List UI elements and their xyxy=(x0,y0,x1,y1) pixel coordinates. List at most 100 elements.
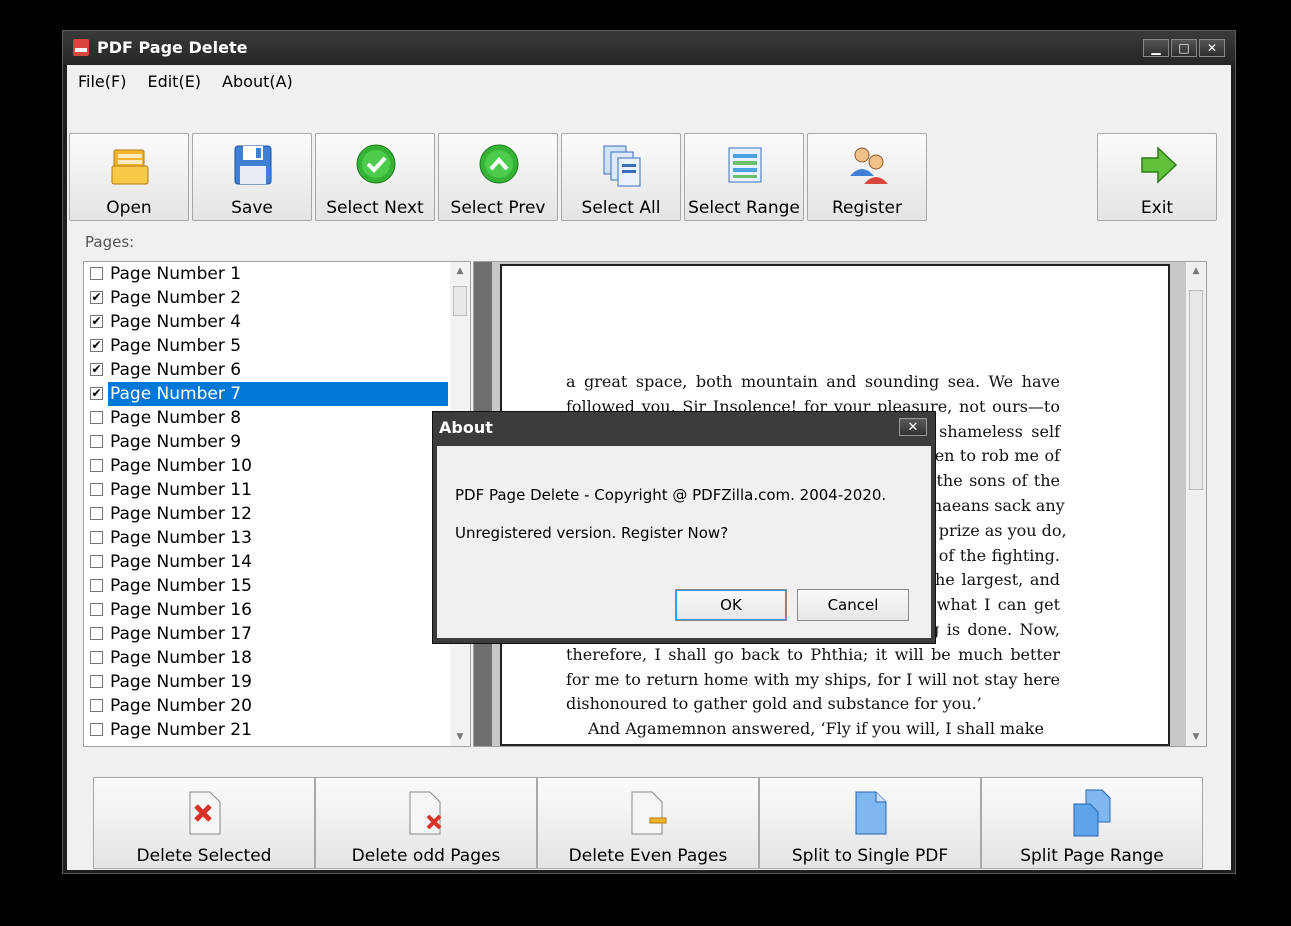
page-checkbox[interactable] xyxy=(90,267,103,280)
page-checkbox[interactable]: ✔ xyxy=(90,363,103,376)
about-close-button[interactable]: ✕ xyxy=(899,418,927,436)
close-button[interactable]: ✕ xyxy=(1199,39,1225,57)
pages-label: Pages: xyxy=(85,233,135,251)
page-label: Page Number 20 xyxy=(110,696,252,716)
grid-range-icon xyxy=(728,147,762,183)
select-range-button[interactable]: Select Range xyxy=(684,133,804,221)
check-circle-icon xyxy=(356,144,396,184)
text-line: for me to return home with my ships, for… xyxy=(566,669,1060,689)
page-label: Page Number 19 xyxy=(110,672,252,692)
scroll-down-icon[interactable]: ▼ xyxy=(450,728,470,746)
cancel-button[interactable]: Cancel xyxy=(797,589,909,621)
ok-button[interactable]: OK xyxy=(675,589,787,621)
exit-button[interactable]: Exit xyxy=(1097,133,1217,221)
delete-even-button[interactable]: Delete Even Pages xyxy=(537,777,759,869)
select-all-button[interactable]: Select All xyxy=(561,133,681,221)
page-checkbox[interactable] xyxy=(90,675,103,688)
list-item[interactable]: ✔ Page Number 4 xyxy=(88,310,448,334)
save-button[interactable]: Save xyxy=(192,133,312,221)
split-single-label: Split to Single PDF xyxy=(791,846,949,866)
delete-selected-label: Delete Selected xyxy=(136,846,272,866)
preview-scroll-thumb[interactable] xyxy=(1189,290,1203,490)
page-checkbox[interactable] xyxy=(90,435,103,448)
delete-selected-icon xyxy=(189,791,221,835)
app-window: PDF Page Delete ▁ □ ✕ File(F) Edit(E) Ab… xyxy=(62,30,1236,874)
split-single-icon xyxy=(855,791,887,835)
list-item[interactable]: Page Number 17 xyxy=(88,622,448,646)
page-checkbox[interactable] xyxy=(90,411,103,424)
scroll-thumb[interactable] xyxy=(453,286,467,316)
list-item[interactable]: Page Number 18 xyxy=(88,646,448,670)
page-label: Page Number 1 xyxy=(110,264,242,284)
list-item[interactable]: Page Number 21 xyxy=(88,718,448,742)
list-item[interactable]: ✔ Page Number 5 xyxy=(88,334,448,358)
select-prev-button[interactable]: Select Prev xyxy=(438,133,558,221)
page-checkbox[interactable] xyxy=(90,531,103,544)
split-single-button[interactable]: Split to Single PDF xyxy=(759,777,981,869)
page-checkbox[interactable] xyxy=(90,579,103,592)
list-item[interactable]: Page Number 12 xyxy=(88,502,448,526)
page-checkbox[interactable] xyxy=(90,459,103,472)
list-item[interactable]: Page Number 11 xyxy=(88,478,448,502)
about-dialog: About ✕ PDF Page Delete - Copyright @ PD… xyxy=(432,411,936,644)
list-item[interactable]: ✔ Page Number 6 xyxy=(88,358,448,382)
page-checkbox[interactable] xyxy=(90,603,103,616)
list-item[interactable]: Page Number 19 xyxy=(88,670,448,694)
page-checkbox[interactable] xyxy=(90,651,103,664)
title-bar[interactable]: PDF Page Delete ▁ □ ✕ xyxy=(63,31,1235,65)
scroll-up-icon[interactable]: ▲ xyxy=(450,262,470,280)
delete-odd-button[interactable]: Delete odd Pages xyxy=(315,777,537,869)
page-checkbox[interactable] xyxy=(90,627,103,640)
delete-selected-button[interactable]: Delete Selected xyxy=(93,777,315,869)
floppy-disk-icon xyxy=(234,145,272,185)
delete-odd-icon xyxy=(409,791,442,835)
page-checkbox[interactable] xyxy=(90,507,103,520)
menu-edit[interactable]: Edit(E) xyxy=(136,72,211,91)
window-title: PDF Page Delete xyxy=(97,38,248,57)
list-item[interactable]: ✔ Page Number 7 xyxy=(88,382,448,406)
list-item[interactable]: Page Number 15 xyxy=(88,574,448,598)
register-button[interactable]: Register xyxy=(807,133,927,221)
page-checkbox[interactable]: ✔ xyxy=(90,291,103,304)
client-area: File(F) Edit(E) About(A) Open Save Selec… xyxy=(67,65,1231,870)
preview-scroll-up-icon[interactable]: ▲ xyxy=(1186,262,1206,280)
delete-odd-label: Delete odd Pages xyxy=(351,846,501,866)
page-checkbox[interactable]: ✔ xyxy=(90,387,103,400)
list-item[interactable]: Page Number 10 xyxy=(88,454,448,478)
list-item[interactable]: Page Number 8 xyxy=(88,406,448,430)
maximize-button[interactable]: □ xyxy=(1171,39,1197,57)
list-item[interactable]: ✔ Page Number 2 xyxy=(88,286,448,310)
page-list[interactable]: Page Number 1 ✔ Page Number 2 ✔ Page Number … xyxy=(83,261,471,747)
select-range-label: Select Range xyxy=(688,198,800,218)
open-label: Open xyxy=(106,198,152,218)
page-checkbox[interactable] xyxy=(90,555,103,568)
list-item[interactable]: Page Number 13 xyxy=(88,526,448,550)
split-range-icon xyxy=(1073,789,1111,837)
text-line: a great space, both mountain and soundin… xyxy=(566,372,1060,391)
page-checkbox[interactable] xyxy=(90,699,103,712)
page-checkbox[interactable] xyxy=(90,723,103,736)
page-label: Page Number 14 xyxy=(110,552,252,572)
open-button[interactable]: Open xyxy=(69,133,189,221)
page-checkbox[interactable]: ✔ xyxy=(90,315,103,328)
menu-file[interactable]: File(F) xyxy=(67,72,136,91)
select-all-label: Select All xyxy=(581,198,661,218)
list-item[interactable]: Page Number 14 xyxy=(88,550,448,574)
list-item[interactable]: Page Number 20 xyxy=(88,694,448,718)
select-next-label: Select Next xyxy=(326,198,424,218)
menu-about[interactable]: About(A) xyxy=(211,72,303,91)
preview-scroll-down-icon[interactable]: ▼ xyxy=(1186,728,1206,746)
up-arrow-circle-icon xyxy=(479,144,519,184)
folder-icon xyxy=(111,149,149,185)
minimize-button[interactable]: ▁ xyxy=(1143,39,1169,57)
menu-bar: File(F) Edit(E) About(A) xyxy=(67,65,1231,97)
text-line: And Agamemnon answered, ‘Fly if you will… xyxy=(588,719,1044,739)
list-item[interactable]: Page Number 9 xyxy=(88,430,448,454)
select-next-button[interactable]: Select Next xyxy=(315,133,435,221)
list-item[interactable]: Page Number 1 xyxy=(88,262,448,286)
list-item[interactable]: Page Number 16 xyxy=(88,598,448,622)
preview-scrollbar[interactable]: ▲ ▼ xyxy=(1186,262,1206,746)
page-checkbox[interactable] xyxy=(90,483,103,496)
page-checkbox[interactable]: ✔ xyxy=(90,339,103,352)
split-range-button[interactable]: Split Page Range xyxy=(981,777,1203,869)
